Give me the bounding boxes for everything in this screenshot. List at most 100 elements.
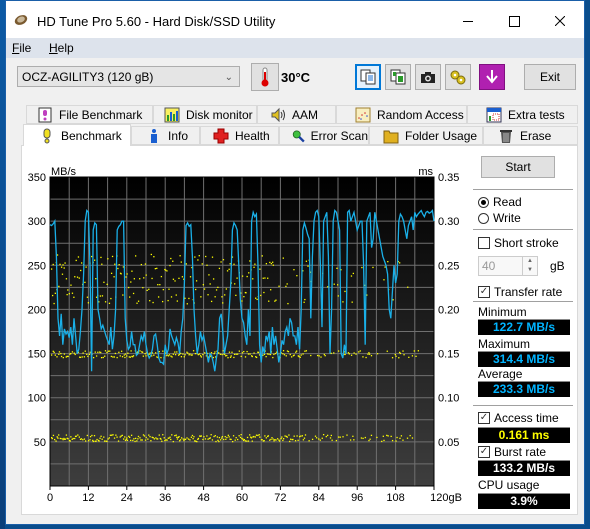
access-time-dot — [183, 439, 185, 442]
y-tick-label-left: 50 — [34, 437, 46, 449]
access-time-dot — [362, 356, 364, 358]
access-time-dot — [55, 440, 57, 442]
spinner-arrows-icon[interactable]: ▲ ▼ — [522, 257, 537, 275]
access-time-dot — [275, 439, 277, 441]
y-tick-label-right: 0.25 — [438, 260, 459, 272]
access-time-dot — [292, 438, 294, 441]
tab-error-scan[interactable]: Error Scan — [279, 126, 369, 145]
tab-info-label: Info — [168, 128, 189, 143]
short-stroke-size-input[interactable]: 40 ▲ ▼ — [478, 256, 538, 276]
access-time-dot — [269, 261, 271, 264]
access-time-dot — [148, 288, 150, 290]
access-time-dot — [300, 354, 302, 356]
access-time-dot — [86, 434, 88, 437]
access-time-dot — [160, 275, 163, 278]
access-time-dot — [86, 296, 89, 298]
access-time-dot — [259, 268, 261, 270]
tab-benchmark[interactable]: Benchmark — [23, 124, 131, 146]
tab-aam[interactable]: AAM — [257, 105, 336, 124]
access-time-dot — [171, 356, 173, 358]
access-time-dot — [311, 438, 314, 441]
tab-health[interactable]: Health — [200, 126, 279, 145]
options-button[interactable] — [445, 64, 471, 90]
access-time-dot — [226, 354, 228, 357]
access-time-dot — [117, 440, 120, 442]
tab-file-benchmark[interactable]: File Benchmark — [26, 105, 153, 124]
access-time-dot — [355, 353, 357, 355]
access-time-dot — [107, 258, 109, 260]
access-time-dot — [160, 356, 162, 359]
tab-random-access[interactable]: Random Access — [336, 105, 467, 124]
tab-extra-tests[interactable]: Extra tests — [467, 105, 578, 124]
access-time-dot — [364, 436, 366, 439]
access-time-dot — [200, 296, 202, 298]
access-time-dot — [143, 435, 146, 437]
access-time-dot — [171, 434, 173, 436]
burst-rate-checkbox[interactable]: ✓ Burst rate — [478, 445, 546, 459]
access-time-dot — [386, 350, 388, 352]
menu-help[interactable]: Help — [49, 41, 74, 55]
access-time-dot — [382, 435, 384, 437]
minimize-button[interactable] — [445, 1, 491, 41]
access-time-dot — [221, 353, 223, 356]
access-time-dot — [252, 278, 254, 280]
benchmark-chart: 350 300 250 200 150 100 50 0.35 0.30 0.25 0.20 0.15… — [28, 166, 462, 504]
access-time-dot — [144, 263, 147, 265]
access-time-dot — [83, 356, 86, 358]
access-time-dot — [270, 262, 273, 265]
menu-file[interactable]: File — [12, 41, 31, 55]
title-bar[interactable]: HD Tune Pro 5.60 - Hard Disk/SSD Utility — [6, 1, 584, 41]
access-time-dot — [64, 262, 66, 264]
access-time-dot — [266, 353, 269, 355]
access-time-dot — [159, 284, 161, 286]
access-time-dot — [80, 269, 82, 272]
access-time-dot — [192, 350, 195, 352]
access-time-dot — [93, 259, 96, 261]
tab-erase[interactable]: Erase — [483, 126, 578, 145]
access-time-dot — [337, 295, 339, 297]
access-time-dot — [253, 435, 255, 438]
tab-info[interactable]: Info — [131, 126, 200, 145]
read-radio[interactable]: Read — [478, 195, 522, 209]
access-time-dot — [215, 440, 217, 443]
access-time-dot — [132, 292, 135, 295]
access-time-dot — [59, 437, 61, 440]
access-time-dot — [237, 438, 239, 441]
copy-image-button[interactable] — [385, 64, 411, 90]
start-button[interactable]: Start — [481, 156, 555, 178]
exit-button[interactable]: Exit — [524, 64, 576, 90]
tab-random-access-label: Random Access — [377, 107, 464, 122]
access-time-dot — [130, 434, 133, 436]
copy-text-button[interactable] — [355, 64, 381, 90]
access-time-dot — [246, 436, 249, 439]
x-tick-label: 48 — [197, 492, 209, 504]
screenshot-button[interactable] — [415, 64, 441, 90]
access-time-dot — [95, 355, 98, 357]
access-time-dot — [52, 263, 54, 266]
access-time-dot — [251, 440, 253, 442]
access-time-dot — [348, 353, 351, 355]
close-button[interactable] — [537, 1, 583, 41]
access-time-dot — [120, 435, 122, 437]
temperature-button[interactable] — [251, 63, 279, 91]
access-time-dot — [262, 277, 264, 279]
hdtune-app-icon — [14, 15, 28, 25]
access-time-checkbox[interactable]: ✓ Access time — [478, 411, 559, 425]
tab-disk-monitor[interactable]: Disk monitor — [153, 105, 257, 124]
access-time-dot — [265, 263, 268, 265]
access-time-dot — [129, 296, 131, 298]
save-button[interactable] — [479, 64, 505, 90]
short-stroke-checkbox[interactable]: Short stroke — [478, 236, 559, 250]
access-time-dot — [112, 356, 114, 358]
drive-select[interactable]: OCZ-AGILITY3 (120 gB) ⌄ — [17, 66, 240, 87]
access-time-dot — [318, 438, 320, 440]
read-radio-label: Read — [493, 195, 522, 209]
access-time-dot — [113, 276, 115, 278]
access-time-dot — [376, 353, 379, 355]
access-time-dot — [221, 435, 223, 438]
access-time-dot — [195, 280, 198, 282]
maximize-button[interactable] — [491, 1, 537, 41]
transfer-rate-checkbox[interactable]: ✓ Transfer rate — [478, 285, 562, 299]
write-radio[interactable]: Write — [478, 211, 521, 225]
tab-folder-usage[interactable]: Folder Usage — [369, 126, 483, 145]
